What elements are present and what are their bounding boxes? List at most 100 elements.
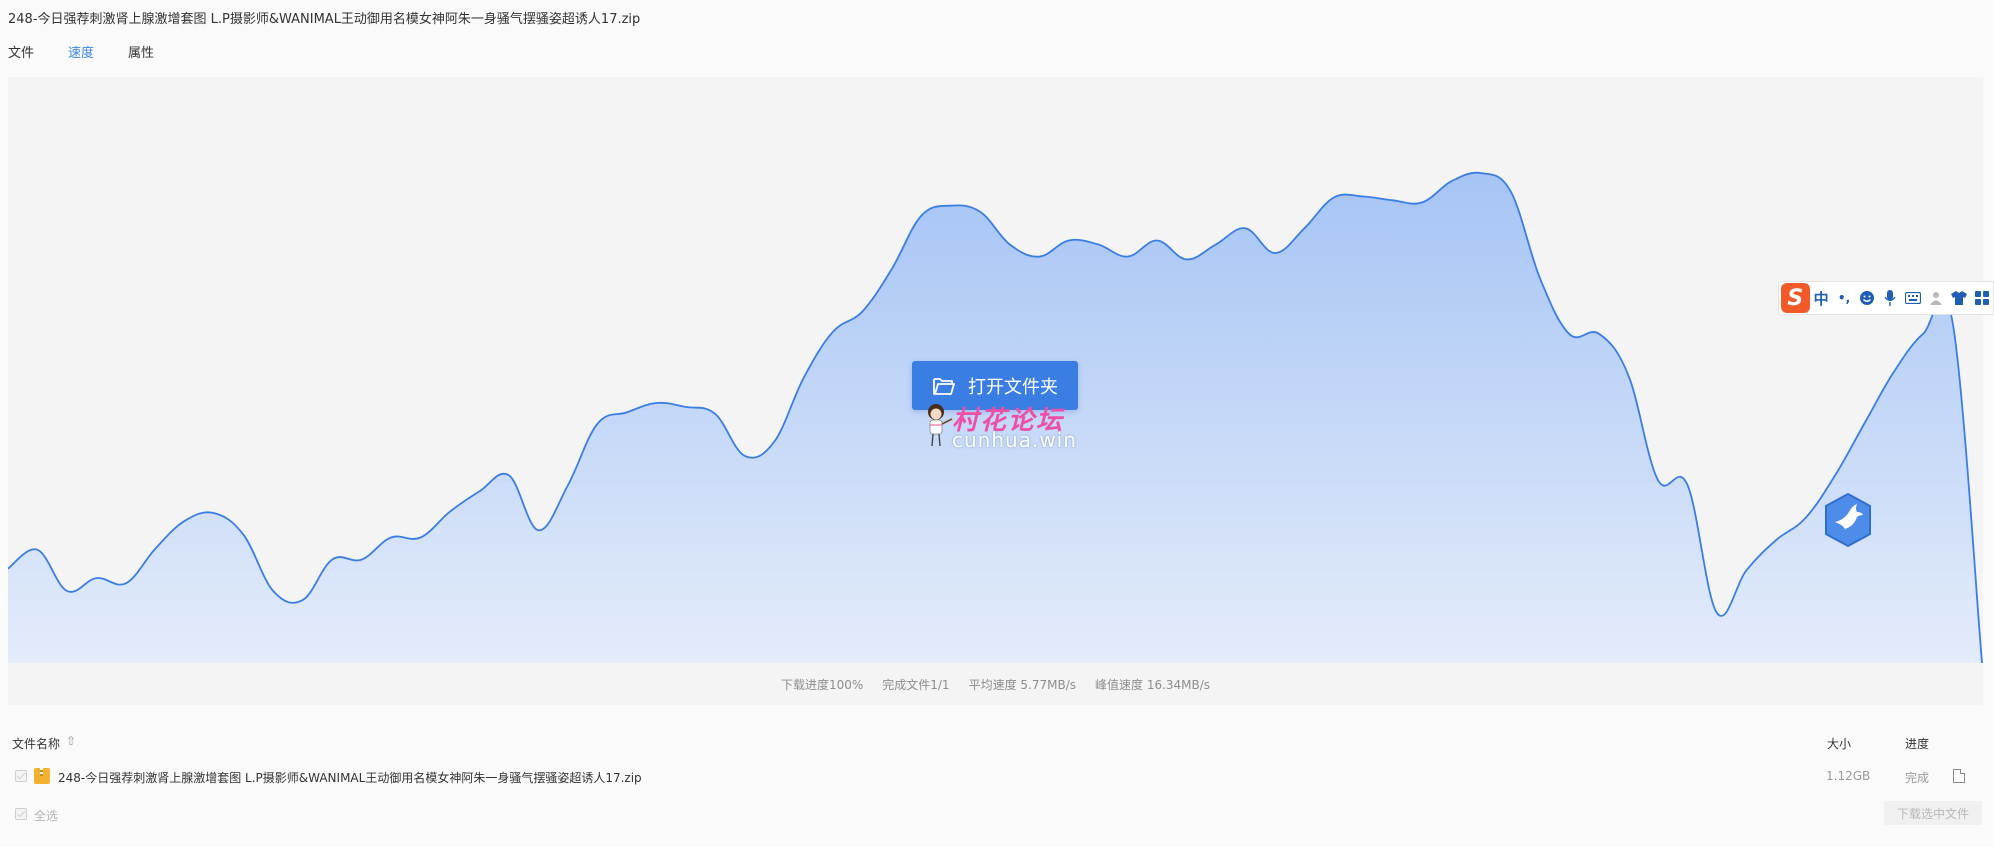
open-folder-label: 打开文件夹 bbox=[968, 376, 1058, 398]
speed-point-58 bbox=[1716, 612, 1718, 614]
speed-point-65 bbox=[1922, 333, 1924, 335]
speed-point-4 bbox=[125, 582, 127, 584]
speed-point-59 bbox=[1745, 569, 1747, 571]
sogou-logo-icon[interactable]: S bbox=[1781, 283, 1810, 313]
speed-point-63 bbox=[1863, 423, 1865, 425]
speed-point-25 bbox=[744, 455, 746, 457]
speed-point-33 bbox=[979, 211, 981, 213]
speed-point-5 bbox=[154, 548, 156, 550]
speed-point-11 bbox=[331, 559, 333, 561]
ime-mode-toggle[interactable]: 中 bbox=[1810, 286, 1833, 310]
tab-files[interactable]: 文件 bbox=[8, 42, 34, 62]
speed-point-15 bbox=[449, 511, 451, 513]
ime-punctuation-toggle[interactable]: •, bbox=[1833, 286, 1856, 310]
speed-point-60 bbox=[1775, 539, 1777, 541]
speed-point-8 bbox=[243, 534, 245, 536]
speed-point-49 bbox=[1451, 180, 1453, 182]
speed-point-37 bbox=[1097, 243, 1099, 245]
speed-point-44 bbox=[1303, 227, 1305, 229]
cartoon-girl-icon bbox=[928, 404, 953, 447]
file-checkbox[interactable] bbox=[15, 770, 27, 782]
speed-point-22 bbox=[655, 402, 657, 404]
speed-point-6 bbox=[184, 520, 186, 522]
tab-bar: 文件 速度 属性 bbox=[8, 42, 188, 62]
tab-speed[interactable]: 速度 bbox=[68, 42, 94, 62]
stat-avg-speed: 平均速度 5.77MB/s bbox=[968, 677, 1076, 692]
speed-point-19 bbox=[567, 485, 569, 487]
speed-point-62 bbox=[1834, 475, 1836, 477]
speed-point-40 bbox=[1186, 258, 1188, 260]
speed-point-27 bbox=[803, 377, 805, 379]
select-all-checkbox[interactable] bbox=[15, 808, 27, 820]
speed-point-54 bbox=[1598, 333, 1600, 335]
speed-point-13 bbox=[390, 537, 392, 539]
speed-point-66 bbox=[1952, 321, 1954, 323]
speed-point-55 bbox=[1627, 374, 1629, 376]
speed-point-39 bbox=[1156, 240, 1158, 242]
ime-toolbar: S 中 •, bbox=[1778, 281, 1994, 315]
speed-point-56 bbox=[1657, 479, 1659, 481]
speed-point-23 bbox=[685, 406, 687, 408]
speed-point-14 bbox=[420, 537, 422, 539]
column-name-header[interactable]: 文件名称 bbox=[12, 735, 60, 752]
column-size-header: 大小 bbox=[1827, 737, 1852, 751]
speed-point-7 bbox=[213, 512, 215, 514]
speed-point-51 bbox=[1510, 190, 1512, 192]
stat-progress: 下载进度100% bbox=[780, 677, 864, 692]
tab-properties[interactable]: 属性 bbox=[128, 42, 154, 62]
speed-point-61 bbox=[1804, 517, 1806, 519]
speed-point-45 bbox=[1333, 197, 1335, 199]
skin-icon[interactable] bbox=[1947, 286, 1970, 310]
speed-point-3 bbox=[95, 577, 97, 579]
speed-point-30 bbox=[891, 268, 893, 270]
microphone-icon[interactable] bbox=[1878, 286, 1901, 310]
watermark: 村花论坛 cunhua.win bbox=[922, 400, 1082, 452]
stat-peak-speed: 峰值速度 16.34MB/s bbox=[1095, 677, 1211, 692]
speed-point-35 bbox=[1038, 256, 1040, 258]
watermark-en-text: cunhua.win bbox=[952, 428, 1077, 452]
download-stats: 下载进度100% 完成文件1/1 平均速度 5.77MB/s 峰值速度 16.3… bbox=[8, 663, 1983, 705]
speed-point-12 bbox=[361, 559, 363, 561]
speed-point-16 bbox=[478, 490, 480, 492]
speed-point-2 bbox=[66, 590, 68, 592]
file-name: 248-今日强荐刺激肾上腺激增套图 L.P摄影师&WANIMAL王动御用名模女神… bbox=[58, 771, 642, 785]
document-icon[interactable] bbox=[1953, 769, 1965, 783]
speed-point-1 bbox=[37, 549, 39, 551]
speed-point-52 bbox=[1539, 278, 1541, 280]
select-all-row: 全选 下载选中文件 bbox=[0, 801, 1994, 825]
speed-point-21 bbox=[626, 411, 628, 413]
speed-point-50 bbox=[1480, 172, 1482, 174]
sort-icon[interactable]: ⇧ bbox=[66, 734, 76, 748]
keyboard-icon[interactable] bbox=[1901, 286, 1924, 310]
speed-point-24 bbox=[714, 413, 716, 415]
file-size: 1.12GB bbox=[1826, 769, 1871, 783]
select-all-label[interactable]: 全选 bbox=[34, 807, 58, 824]
speed-point-38 bbox=[1127, 256, 1129, 258]
zip-file-icon bbox=[34, 768, 50, 784]
toolbox-icon[interactable] bbox=[1970, 286, 1993, 310]
speed-point-64 bbox=[1893, 371, 1895, 373]
speed-point-43 bbox=[1274, 252, 1276, 254]
file-row[interactable]: 248-今日强荐刺激肾上腺激增套图 L.P摄影师&WANIMAL王动御用名模女神… bbox=[0, 767, 1994, 787]
speed-point-47 bbox=[1392, 199, 1394, 201]
file-status: 完成 bbox=[1905, 771, 1930, 785]
window-title: 248-今日强荐刺激肾上腺激增套图 L.P摄影师&WANIMAL王动御用名模女神… bbox=[8, 12, 641, 27]
speed-point-34 bbox=[1009, 243, 1011, 245]
bird-badge-icon bbox=[1825, 492, 1871, 548]
speed-point-18 bbox=[537, 529, 539, 531]
file-list-header: 文件名称 ⇧ 大小 进度 bbox=[0, 734, 1994, 754]
column-progress-header: 进度 bbox=[1905, 737, 1930, 751]
speed-point-10 bbox=[302, 599, 304, 601]
speed-point-9 bbox=[272, 590, 274, 592]
speed-point-36 bbox=[1068, 240, 1070, 242]
speed-point-32 bbox=[950, 205, 952, 207]
speed-point-48 bbox=[1421, 201, 1423, 203]
speed-point-28 bbox=[832, 331, 834, 333]
speed-point-29 bbox=[861, 311, 863, 313]
user-icon[interactable] bbox=[1924, 286, 1947, 310]
download-selected-button[interactable]: 下载选中文件 bbox=[1884, 801, 1982, 825]
speed-point-57 bbox=[1686, 484, 1688, 486]
speed-point-17 bbox=[508, 474, 510, 476]
speed-point-53 bbox=[1569, 333, 1571, 335]
emoji-icon[interactable] bbox=[1856, 286, 1879, 310]
